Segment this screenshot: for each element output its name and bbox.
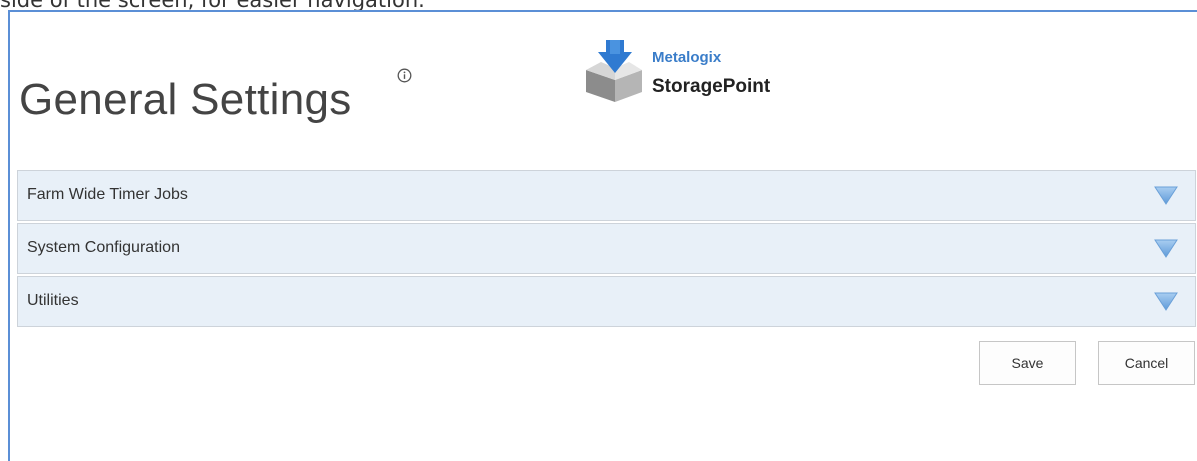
page-title: General Settings [19, 75, 352, 125]
section-utilities[interactable]: Utilities [17, 276, 1196, 327]
section-label: Farm Wide Timer Jobs [27, 186, 188, 203]
logo-brand-text: Metalogix [652, 49, 722, 66]
storage-box-arrow-icon [584, 40, 646, 109]
settings-accordion: Farm Wide Timer Jobs System Configuratio… [17, 170, 1196, 329]
info-circle-icon[interactable] [397, 68, 412, 83]
logo-product-text: StoragePoint [652, 76, 771, 97]
cancel-button[interactable]: Cancel [1098, 341, 1195, 385]
section-label: Utilities [27, 292, 79, 309]
storagepoint-logo: Metalogix StoragePoint [584, 40, 804, 104]
triangle-down-icon[interactable] [1153, 237, 1179, 259]
section-farm-wide-timer-jobs[interactable]: Farm Wide Timer Jobs [17, 170, 1196, 221]
section-label: System Configuration [27, 239, 180, 256]
save-button[interactable]: Save [979, 341, 1076, 385]
section-system-configuration[interactable]: System Configuration [17, 223, 1196, 274]
triangle-down-icon[interactable] [1153, 184, 1179, 206]
frame-left-border [8, 10, 10, 461]
frame-top-border [8, 10, 1197, 12]
triangle-down-icon[interactable] [1153, 290, 1179, 312]
